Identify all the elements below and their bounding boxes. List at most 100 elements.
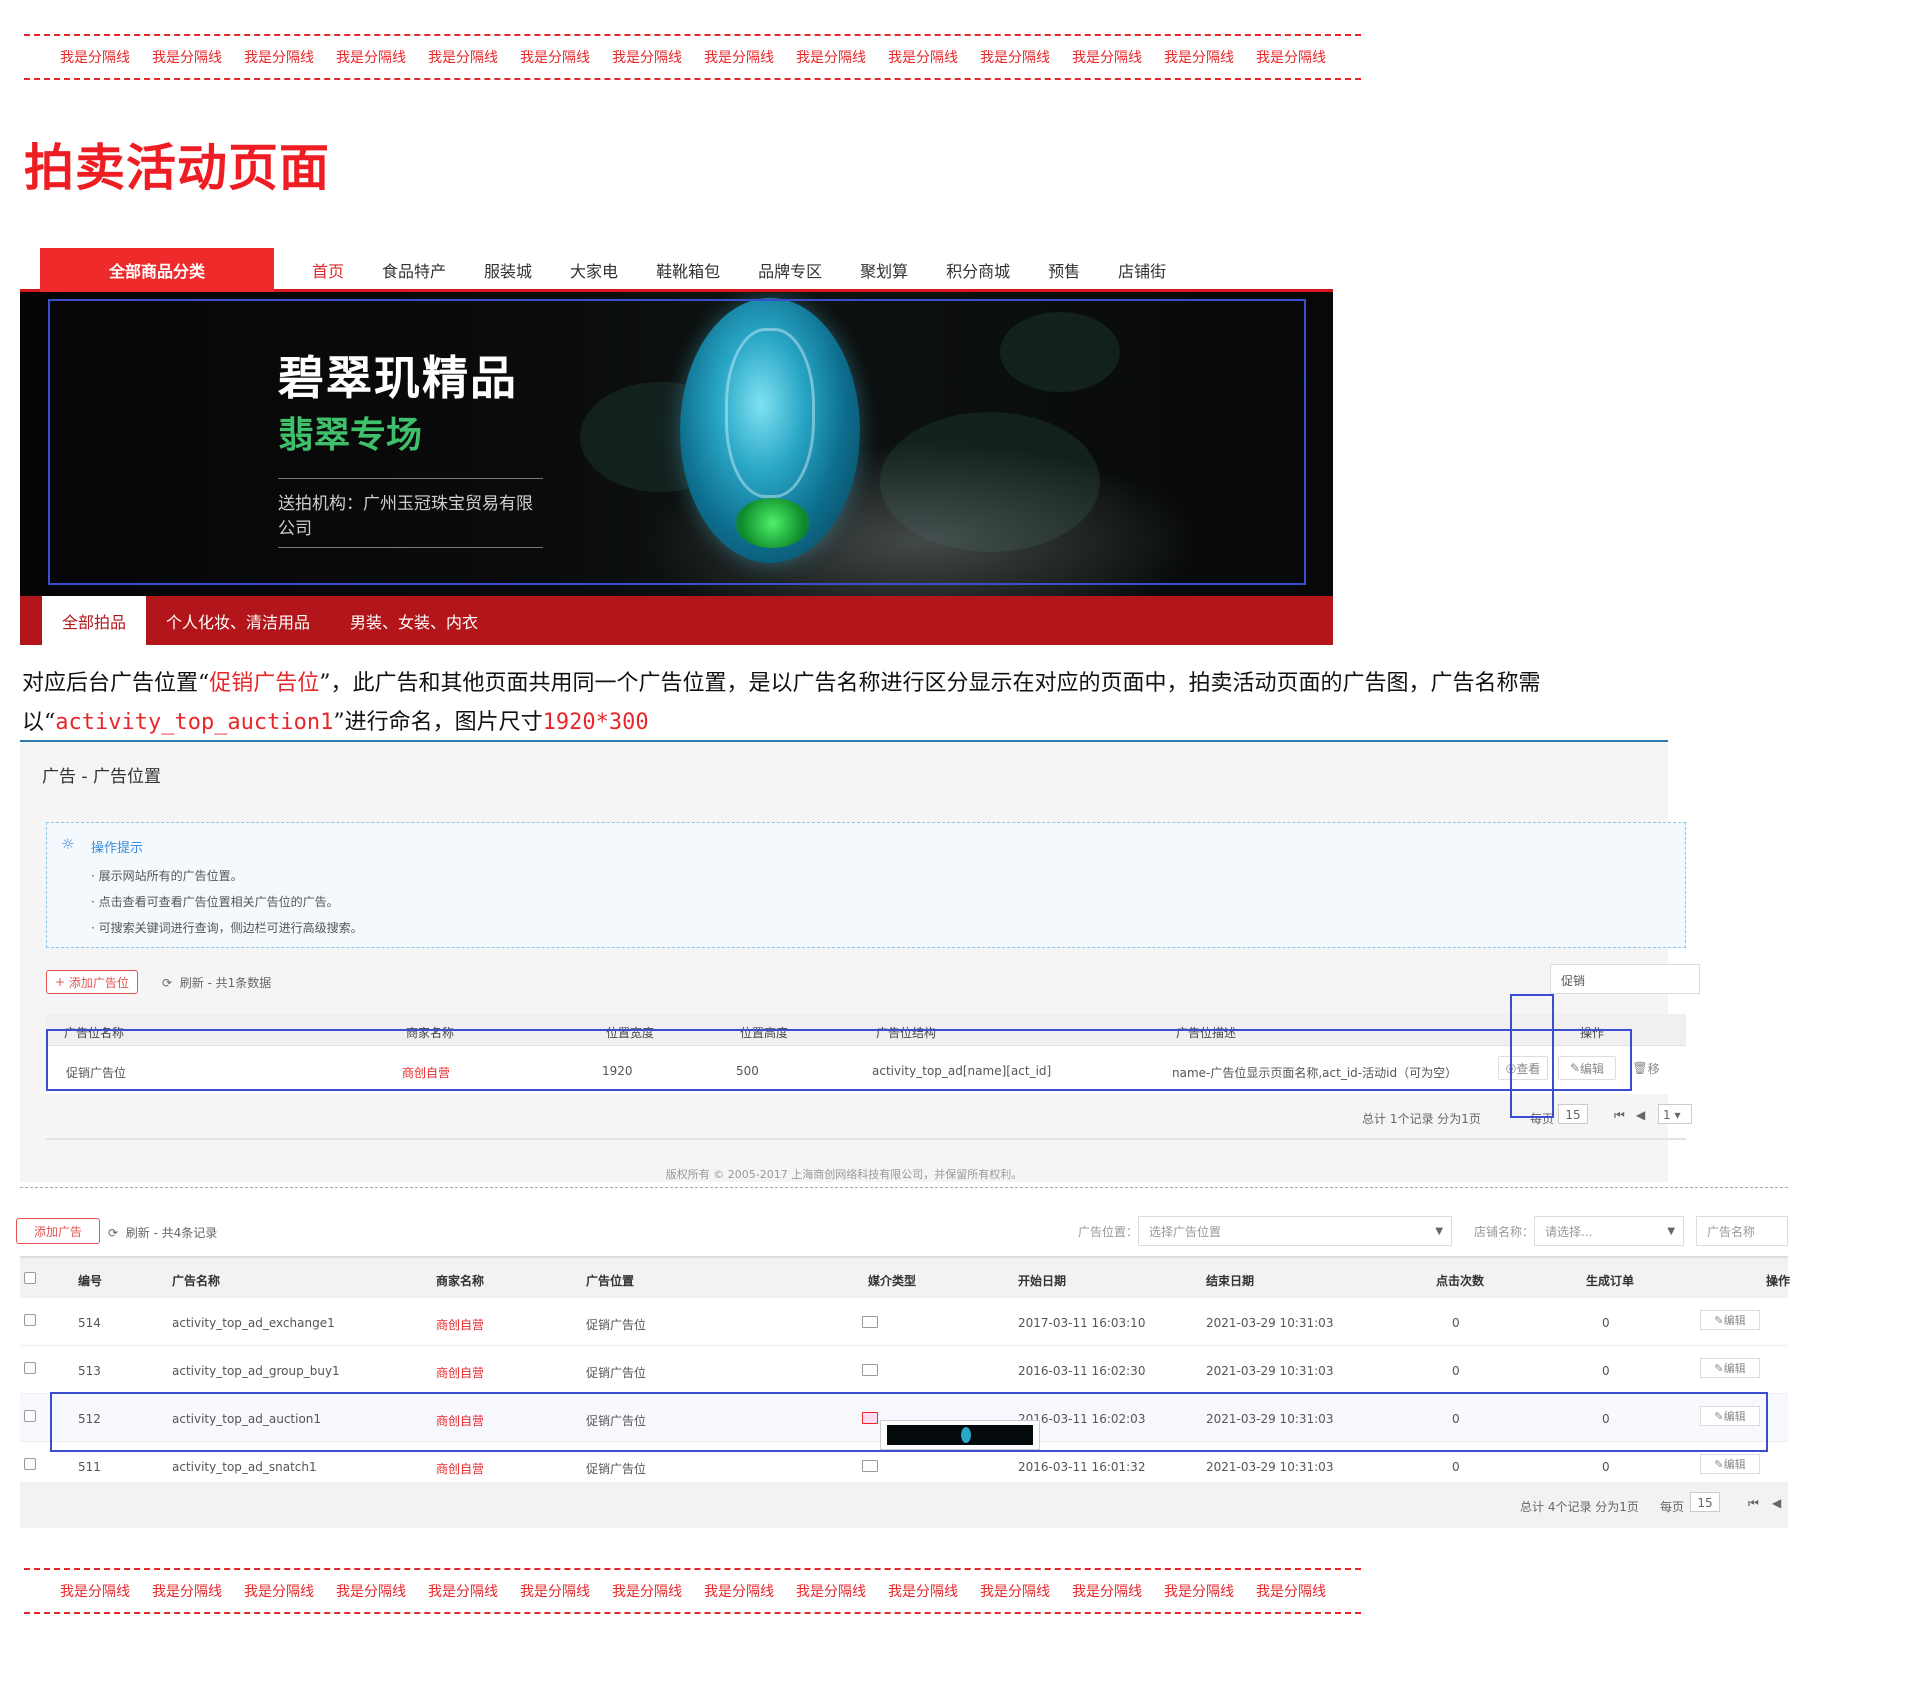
- row-checkbox[interactable]: [24, 1314, 36, 1326]
- refresh-button[interactable]: ⟳ 刷新 - 共4条记录: [108, 1224, 217, 1241]
- first-page-icon[interactable]: ⏮: [1748, 1496, 1759, 1511]
- image-icon[interactable]: [862, 1364, 878, 1376]
- cell-clicks: 0: [1452, 1364, 1460, 1378]
- cell-start: 2016-03-11 16:02:30: [1018, 1364, 1146, 1378]
- cell-merchant: 商创自营: [436, 1462, 485, 1476]
- select-all-checkbox[interactable]: [24, 1272, 36, 1284]
- cell-id: 511: [78, 1460, 101, 1474]
- position-select[interactable]: 选择广告位置 ▼: [1138, 1216, 1453, 1246]
- column-header: 商家名称: [436, 1274, 485, 1288]
- divider-text: 我是分隔线: [152, 1584, 222, 1600]
- cell-id: 513: [78, 1364, 101, 1378]
- column-header: 结束日期: [1206, 1274, 1255, 1288]
- tip-item: · 展示网站所有的广告位置。: [91, 869, 243, 883]
- divider-text: 我是分隔线: [428, 1584, 498, 1600]
- note-text: ”进行命名，图片尺寸: [333, 710, 543, 735]
- cell-merchant: 商创自营: [436, 1366, 485, 1380]
- remove-button[interactable]: 🗑 移: [1626, 1056, 1666, 1080]
- cell-name: activity_top_ad_snatch1: [172, 1460, 317, 1474]
- divider-text: 我是分隔线: [704, 1584, 774, 1600]
- edit-button[interactable]: ✎ 编辑: [1700, 1454, 1760, 1474]
- divider-text: 我是分隔线: [152, 50, 222, 66]
- cell-clicks: 0: [1452, 1316, 1460, 1330]
- nav-item[interactable]: 店铺街: [1118, 258, 1166, 282]
- tab-clothing[interactable]: 男装、女装、内衣: [350, 596, 478, 645]
- all-categories-button[interactable]: 全部商品分类: [40, 248, 274, 292]
- divider-text: 我是分隔线: [704, 50, 774, 66]
- ad-name-input[interactable]: 广告名称: [1696, 1216, 1788, 1246]
- divider-text: 我是分隔线: [244, 1584, 314, 1600]
- store-nav: 全部商品分类 首页 食品特产 服装城 大家电 鞋靴箱包 品牌专区 聚划算 积分商…: [20, 248, 1333, 292]
- divider-text: 我是分隔线: [336, 50, 406, 66]
- filter-position: 广告位置： 选择广告位置 ▼: [1078, 1216, 1453, 1246]
- nav-item[interactable]: 大家电: [570, 258, 618, 282]
- cell-end: 2021-03-29 10:31:03: [1206, 1460, 1334, 1474]
- row-checkbox[interactable]: [24, 1410, 36, 1422]
- divider-text: 我是分隔线: [60, 1584, 130, 1600]
- copyright-footer: 版权所有 © 2005-2017 上海商创网络科技有限公司，并保留所有权利。: [665, 1168, 1023, 1181]
- page-select[interactable]: 1 ▾: [1658, 1104, 1692, 1124]
- tips-box: ☼ 操作提示 · 展示网站所有的广告位置。 · 点击查看可查看广告位置相关广告位…: [46, 822, 1686, 948]
- divider-text: 我是分隔线: [796, 50, 866, 66]
- divider-text: 我是分隔线: [1256, 1584, 1326, 1600]
- per-page-label: 每页: [1660, 1500, 1685, 1514]
- tab-cosmetics[interactable]: 个人化妆、清洁用品: [166, 596, 310, 645]
- nav-item[interactable]: 预售: [1048, 258, 1080, 282]
- divider-text: 我是分隔线: [428, 50, 498, 66]
- cell-name: activity_top_ad_exchange1: [172, 1316, 335, 1330]
- note-ad-name: activity_top_auction1: [55, 710, 334, 735]
- divider-text: 我是分隔线: [520, 50, 590, 66]
- nav-items: 首页 食品特产 服装城 大家电 鞋靴箱包 品牌专区 聚划算 积分商城 预售 店铺…: [312, 248, 1204, 292]
- column-header: 编号: [78, 1274, 103, 1288]
- category-tabs: 全部拍品 个人化妆、清洁用品 男装、女装、内衣: [20, 596, 1333, 645]
- nav-item[interactable]: 服装城: [484, 258, 532, 282]
- refresh-button[interactable]: ⟳ 刷新 - 共1条数据: [162, 974, 271, 991]
- add-ad-position-button[interactable]: + 添加广告位: [46, 970, 138, 994]
- divider-bottom: 我是分隔线 我是分隔线 我是分隔线 我是分隔线 我是分隔线 我是分隔线 我是分隔线 我是分隔线…: [24, 1562, 1361, 1618]
- divider-labels: 我是分隔线 我是分隔线 我是分隔线 我是分隔线 我是分隔线 我是分隔线 我是分隔线 我是分隔线…: [60, 47, 1330, 67]
- cell-id: 514: [78, 1316, 101, 1330]
- tips-title: 操作提示: [91, 841, 144, 856]
- image-icon[interactable]: [862, 1460, 878, 1472]
- divider-text: 我是分隔线: [612, 50, 682, 66]
- edit-button[interactable]: ✎ 编辑: [1700, 1310, 1760, 1330]
- filter-store: 店铺名称： 请选择... ▼: [1474, 1216, 1685, 1246]
- add-ad-button[interactable]: 添加广告: [16, 1218, 100, 1244]
- cell-end: 2021-03-29 10:31:03: [1206, 1364, 1334, 1378]
- column-header: 点击次数: [1436, 1274, 1485, 1288]
- nav-item[interactable]: 鞋靴箱包: [656, 258, 720, 282]
- filter-label: 广告位置：: [1078, 1224, 1139, 1239]
- table-row: 513 activity_top_ad_group_buy1 商创自营 促销广告…: [20, 1346, 1788, 1394]
- pager-summary: 总计 4个记录 分为1页: [1520, 1500, 1639, 1514]
- divider-text: 我是分隔线: [1164, 50, 1234, 66]
- nav-item[interactable]: 品牌专区: [758, 258, 822, 282]
- divider-text: 我是分隔线: [1072, 50, 1142, 66]
- per-page-input[interactable]: 15: [1690, 1492, 1720, 1512]
- column-header: 生成订单: [1586, 1274, 1635, 1288]
- cell-orders: 0: [1602, 1316, 1610, 1330]
- tip-item: · 可搜索关键词进行查询，侧边栏可进行高级搜索。: [91, 921, 363, 935]
- divider-text: 我是分隔线: [888, 50, 958, 66]
- prev-page-icon[interactable]: ◀: [1772, 1496, 1781, 1510]
- tab-all-items[interactable]: 全部拍品: [42, 596, 146, 645]
- prev-page-icon[interactable]: ◀: [1636, 1108, 1645, 1122]
- per-page-input[interactable]: 15: [1558, 1104, 1588, 1124]
- nav-item-home[interactable]: 首页: [312, 258, 344, 282]
- row-checkbox[interactable]: [24, 1458, 36, 1470]
- cell-orders: 0: [1602, 1364, 1610, 1378]
- nav-item[interactable]: 积分商城: [946, 258, 1010, 282]
- image-icon[interactable]: [862, 1316, 878, 1328]
- nav-item[interactable]: 聚划算: [860, 258, 908, 282]
- panel-title: 广告 - 广告位置: [42, 767, 161, 787]
- first-page-icon[interactable]: ⏮: [1614, 1108, 1625, 1123]
- divider-text: 我是分隔线: [980, 1584, 1050, 1600]
- divider-text: 我是分隔线: [1256, 50, 1326, 66]
- edit-button[interactable]: ✎ 编辑: [1700, 1358, 1760, 1378]
- divider-labels: 我是分隔线 我是分隔线 我是分隔线 我是分隔线 我是分隔线 我是分隔线 我是分隔线 我是分隔线…: [60, 1581, 1330, 1601]
- nav-item[interactable]: 食品特产: [382, 258, 446, 282]
- store-select[interactable]: 请选择... ▼: [1534, 1216, 1685, 1246]
- search-input[interactable]: 促销: [1550, 964, 1700, 994]
- row-checkbox[interactable]: [24, 1362, 36, 1374]
- filter-label: 店铺名称：: [1474, 1224, 1535, 1239]
- divider-text: 我是分隔线: [336, 1584, 406, 1600]
